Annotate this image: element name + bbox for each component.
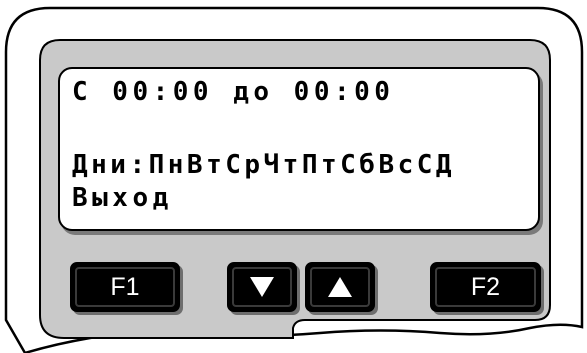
down-button[interactable] — [227, 262, 297, 312]
f2-button[interactable]: F2 — [430, 262, 541, 312]
up-button[interactable] — [305, 262, 375, 312]
schedule-time-line: С 00:00 до 00:00 — [72, 77, 395, 107]
triangle-down-icon — [250, 277, 274, 297]
triangle-up-icon — [328, 277, 352, 297]
lcd-display: С 00:00 до 00:00 Дни:ПнВтСрЧтПтСбВсСД Вы… — [58, 67, 540, 231]
f2-button-label: F2 — [470, 272, 501, 301]
schedule-days-line: Дни:ПнВтСрЧтПтСбВсСД — [72, 150, 456, 180]
exit-menu-line: Выход — [72, 183, 173, 213]
f1-button-label: F1 — [110, 272, 140, 301]
f1-button[interactable]: F1 — [70, 262, 180, 312]
